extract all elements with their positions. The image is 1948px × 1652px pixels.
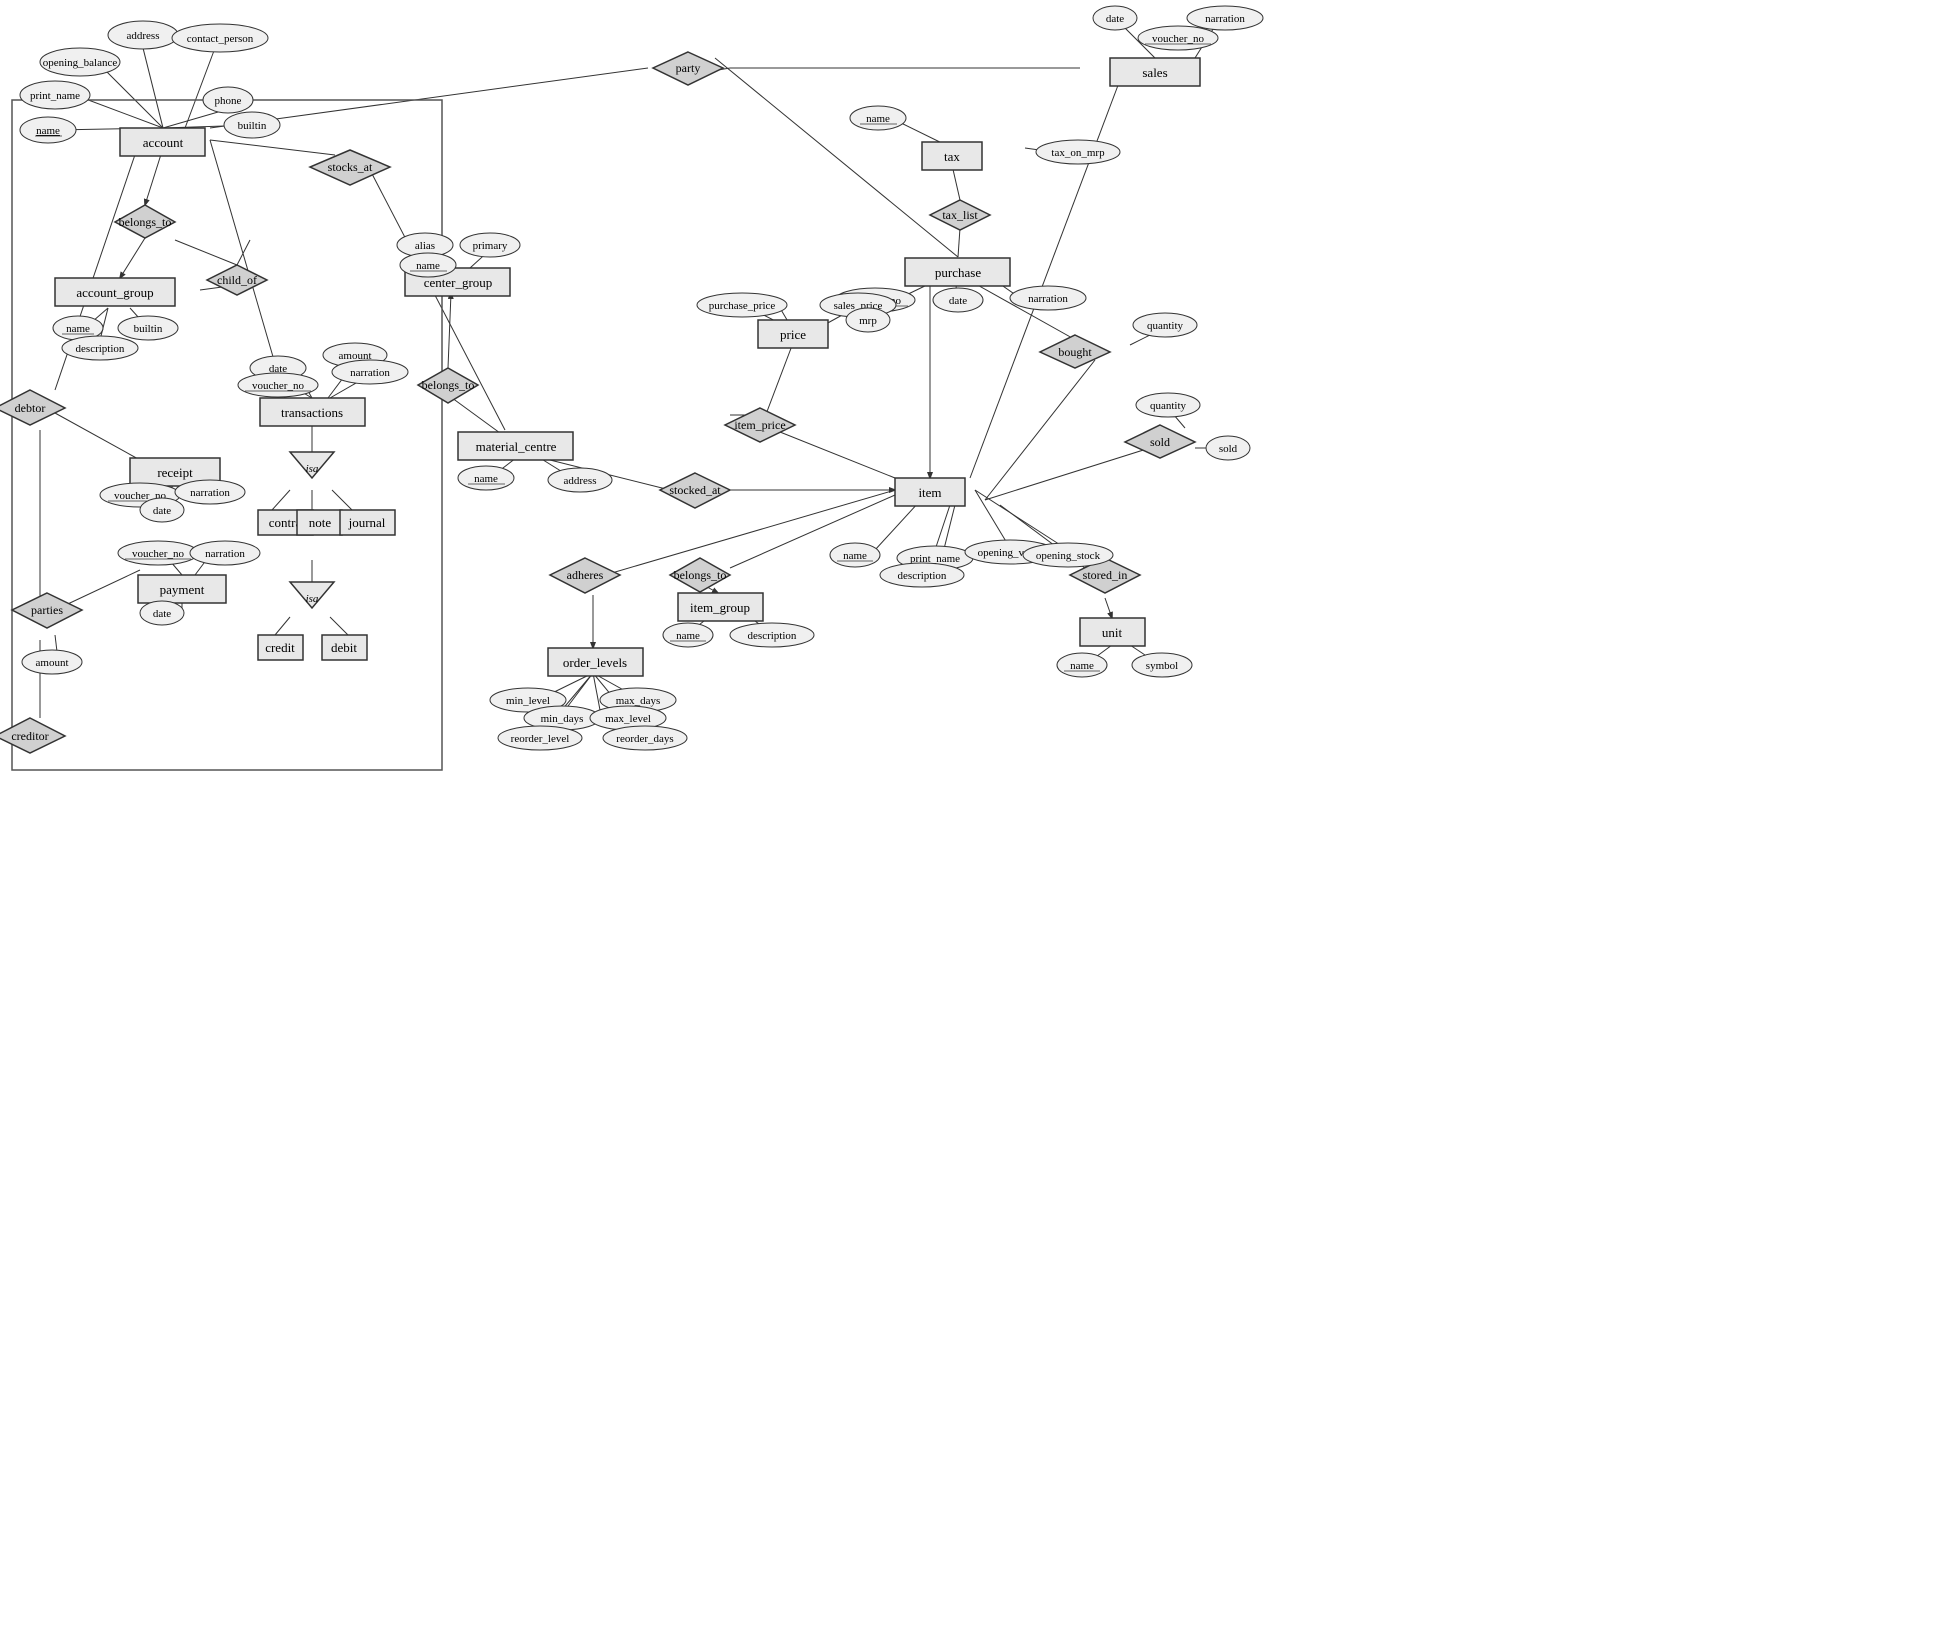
attr-name-unit-label: name xyxy=(1070,660,1094,672)
entity-credit-label: credit xyxy=(265,640,295,655)
entity-debit-label: debit xyxy=(331,640,357,655)
attr-max-days-label: max_days xyxy=(616,695,661,707)
entity-price-label: price xyxy=(780,327,806,342)
attr-quantity-bought-label: quantity xyxy=(1147,320,1184,332)
entity-note-label: note xyxy=(309,515,332,530)
entity-tax-label: tax xyxy=(944,149,960,164)
rel-parties-label: parties xyxy=(31,603,63,617)
attr-primary-cg-label: primary xyxy=(473,240,508,252)
attr-voucher-pay-label: voucher_no xyxy=(132,548,184,560)
attr-reorder-level-label: reorder_level xyxy=(511,733,570,745)
entity-center-group-label: center_group xyxy=(424,275,493,290)
attr-purchase-price-label: purchase_price xyxy=(709,300,776,312)
entity-purchase-label: purchase xyxy=(935,265,981,280)
rel-belongs-to-2-label: belongs_to xyxy=(422,378,475,392)
attr-narration-sales-label: narration xyxy=(1205,13,1245,25)
rel-item-price-label: item_price xyxy=(734,418,785,432)
attr-description-ig-label: description xyxy=(748,630,797,642)
attr-symbol-unit-label: symbol xyxy=(1146,660,1178,672)
rel-debtor-label: debtor xyxy=(15,401,46,415)
isa-label-2: isa xyxy=(306,593,319,605)
attr-reorder-days-label: reorder_days xyxy=(616,733,673,745)
entity-payment-label: payment xyxy=(160,582,205,597)
entity-account-group-label: account_group xyxy=(76,285,153,300)
entity-order-levels-label: order_levels xyxy=(563,655,627,670)
attr-opening-stock-label: opening_stock xyxy=(1036,550,1101,562)
attr-narration-tr-label: narration xyxy=(350,367,390,379)
attr-name-acg-label: name xyxy=(66,323,90,335)
isa-label-1: isa xyxy=(306,463,319,475)
rel-stocked-at-label: stocked_at xyxy=(669,483,721,497)
attr-date-sales-label: date xyxy=(1106,13,1124,25)
attr-min-days-label: min_days xyxy=(541,713,584,725)
rel-child-of-label: child_of xyxy=(217,273,257,287)
entity-unit-label: unit xyxy=(1102,625,1123,640)
attr-phone-label: phone xyxy=(215,95,242,107)
attr-min-level-label: min_level xyxy=(506,695,550,707)
attr-name-cg-label: name xyxy=(416,260,440,272)
attr-voucher-sales-label: voucher_no xyxy=(1152,33,1204,45)
rel-belongs-to-3-label: belongs_to xyxy=(674,568,727,582)
attr-print-name-label: print_name xyxy=(30,90,80,102)
er-diagram: account account_group transactions recei… xyxy=(0,0,1948,1652)
attr-name-account-label: name xyxy=(36,125,60,137)
attr-description-item-label: description xyxy=(898,570,947,582)
attr-address-label: address xyxy=(127,30,160,42)
attr-name-item-label: name xyxy=(843,550,867,562)
attr-narration-rec-label: narration xyxy=(190,487,230,499)
attr-narration-pay-label: narration xyxy=(205,548,245,560)
attr-max-level-label: max_level xyxy=(605,713,651,725)
rel-belongs-to-1-label: belongs_to xyxy=(119,215,172,229)
rel-tax-list-label: tax_list xyxy=(942,208,978,222)
attr-mrp-label: mrp xyxy=(859,315,877,327)
attr-address-mc-label: address xyxy=(564,475,597,487)
entity-item-group-label: item_group xyxy=(690,600,750,615)
attr-amount-cred-label: amount xyxy=(36,657,69,669)
rel-party-label: party xyxy=(676,61,701,75)
attr-quantity-sold-label: quantity xyxy=(1150,400,1187,412)
entity-account-label: account xyxy=(143,135,184,150)
attr-alias-label: alias xyxy=(415,240,435,252)
entity-item-label: item xyxy=(918,485,941,500)
attr-tax-on-mrp-label: tax_on_mrp xyxy=(1051,147,1105,159)
attr-date-pay-label: date xyxy=(153,608,171,620)
attr-name-ig-label: name xyxy=(676,630,700,642)
attr-contact-person-label: contact_person xyxy=(187,33,254,45)
attr-name-mc-label: name xyxy=(474,473,498,485)
rel-stored-in-label: stored_in xyxy=(1083,568,1128,582)
entity-receipt-label: receipt xyxy=(157,465,193,480)
attr-name-tax-label: name xyxy=(866,113,890,125)
attr-opening-balance-label: opening_balance xyxy=(43,57,118,69)
entity-sales-label: sales xyxy=(1142,65,1167,80)
entity-material-centre-label: material_centre xyxy=(476,439,557,454)
attr-builtin-acg-label: builtin xyxy=(134,323,163,335)
rel-stocks-at-label: stocks_at xyxy=(328,160,373,174)
rel-bought-label: bought xyxy=(1058,345,1092,359)
attr-voucher-tr-label: voucher_no xyxy=(252,380,304,392)
attr-sold-label-text: sold xyxy=(1219,443,1238,455)
attr-date-pur-label: date xyxy=(949,295,967,307)
rel-creditor-label: creditor xyxy=(11,729,48,743)
entity-journal-label: journal xyxy=(348,515,386,530)
attr-description-acg-label: description xyxy=(76,343,125,355)
attr-builtin-account-label: builtin xyxy=(238,120,267,132)
rel-sold-label: sold xyxy=(1150,435,1170,449)
rel-adheres-label: adheres xyxy=(567,568,604,582)
attr-narration-pur-label: narration xyxy=(1028,293,1068,305)
entity-transactions-label: transactions xyxy=(281,405,343,420)
attr-date-rec-label: date xyxy=(153,505,171,517)
